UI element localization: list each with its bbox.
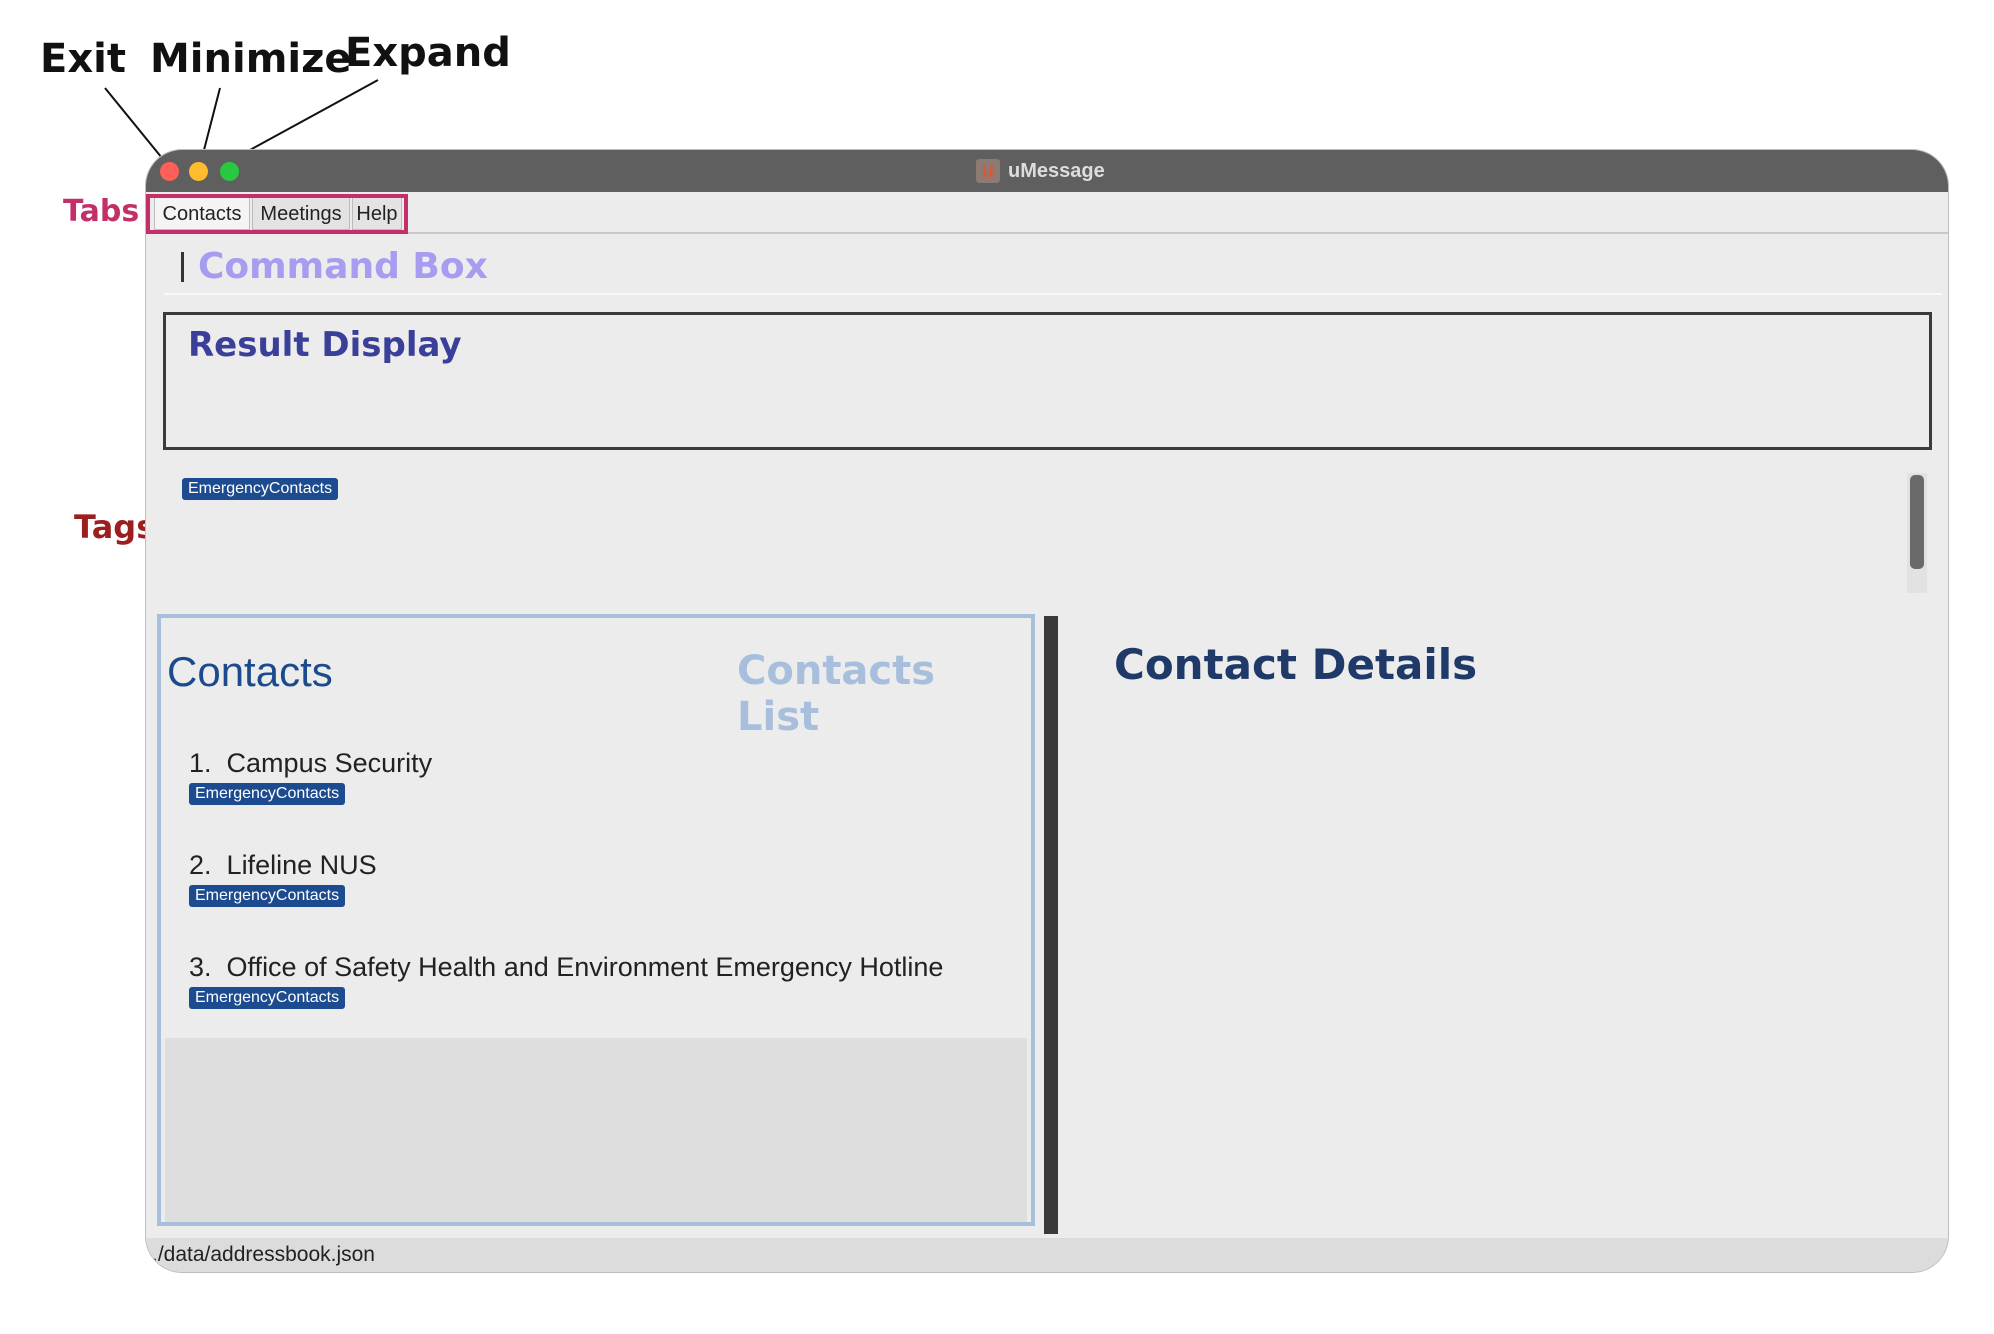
contact-index: 3.	[189, 952, 212, 982]
annotation-contact-details: Contact Details	[1114, 640, 1478, 689]
contact-tag: EmergencyContacts	[189, 987, 346, 1009]
annotation-contacts-list: Contacts List	[737, 648, 936, 740]
window-title: uMessage	[1008, 159, 1105, 182]
contact-tag: EmergencyContacts	[189, 783, 346, 805]
command-box-caret[interactable]	[181, 252, 184, 282]
panel-divider[interactable]	[1044, 616, 1058, 1234]
list-item[interactable]: 3. Office of Safety Health and Environme…	[189, 952, 943, 1009]
app-window: u uMessage Contacts Meetings Help Comman…	[146, 150, 1948, 1272]
contacts-list-empty-area	[165, 1038, 1027, 1222]
annotation-command-box: Command Box	[198, 246, 488, 287]
contact-index: 1.	[189, 748, 212, 778]
contact-name: Lifeline NUS	[226, 850, 377, 880]
tags-scrollbar-thumb[interactable]	[1910, 475, 1924, 569]
contact-tag: EmergencyContacts	[189, 885, 346, 907]
list-item[interactable]: 1. Campus Security EmergencyContacts	[189, 748, 432, 805]
contact-index: 2.	[189, 850, 212, 880]
minimize-button[interactable]	[189, 162, 208, 181]
result-display: Result Display	[163, 312, 1932, 450]
annotation-result-display: Result Display	[188, 325, 462, 365]
close-button[interactable]	[160, 162, 179, 181]
tab-bar: Contacts Meetings Help	[146, 192, 1948, 234]
annotation-tags: Tags	[74, 508, 156, 546]
expand-button[interactable]	[220, 162, 239, 181]
command-box-underline	[164, 293, 1942, 295]
contact-name-row: 1. Campus Security	[189, 748, 432, 779]
annotation-tabs: Tabs	[63, 194, 140, 229]
title-bar[interactable]: u uMessage	[146, 150, 1948, 192]
window-title-group: u uMessage	[976, 157, 1105, 185]
contact-name: Office of Safety Health and Environment …	[226, 952, 944, 982]
list-item[interactable]: 2. Lifeline NUS EmergencyContacts	[189, 850, 377, 907]
contacts-list-panel: Contacts Contacts List 1. Campus Securit…	[157, 614, 1035, 1226]
tag-chip[interactable]: EmergencyContacts	[182, 478, 339, 500]
contact-name-row: 3. Office of Safety Health and Environme…	[189, 952, 943, 983]
contact-name: Campus Security	[226, 748, 433, 778]
status-bar-path: ./data/addressbook.json	[152, 1243, 375, 1266]
tabs-annotation-box	[146, 194, 408, 234]
contact-name-row: 2. Lifeline NUS	[189, 850, 377, 881]
tags-bar: EmergencyContacts	[182, 478, 339, 500]
status-bar: ./data/addressbook.json	[146, 1238, 1948, 1272]
app-logo-icon: u	[976, 159, 1000, 183]
contacts-header: Contacts	[167, 648, 333, 695]
